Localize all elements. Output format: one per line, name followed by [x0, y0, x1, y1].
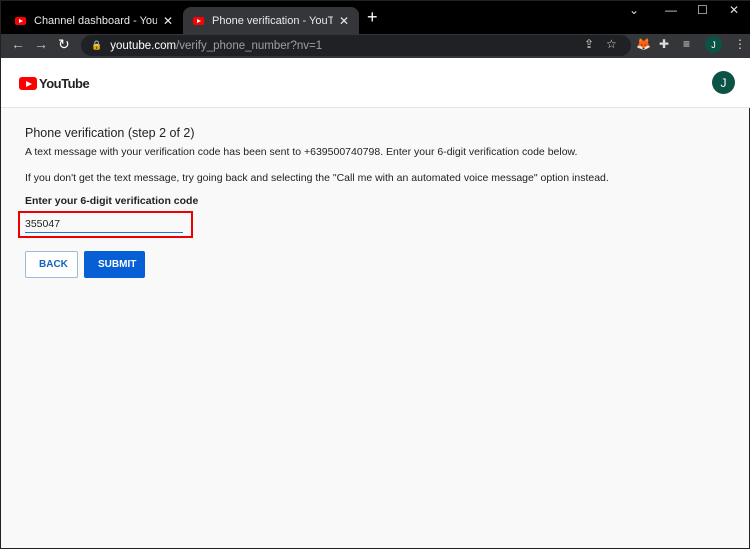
tab-channel-dashboard[interactable]: Channel dashboard - YouTube Studio ✕ [5, 7, 183, 34]
back-button[interactable]: BACK [25, 251, 78, 278]
profile-avatar[interactable]: J [705, 36, 722, 53]
address-bar[interactable]: 🔒 youtube.com/verify_phone_number?nv=1 ⇪… [81, 35, 631, 56]
back-arrow-icon[interactable]: ← [11, 36, 25, 52]
tab-search-icon[interactable]: ⌄ [629, 3, 639, 17]
share-icon[interactable]: ⇪ [584, 37, 594, 51]
verification-form: Phone verification (step 2 of 2) A text … [18, 126, 725, 296]
sent-message: A text message with your verification co… [25, 146, 578, 158]
youtube-header: YouTube J [1, 58, 750, 108]
tab-phone-verification[interactable]: Phone verification - YouTube ✕ [183, 7, 359, 34]
verification-code-input[interactable] [25, 215, 183, 233]
metamask-extension-icon[interactable]: 🦊 [636, 37, 651, 51]
account-avatar[interactable]: J [712, 71, 735, 94]
forward-arrow-icon[interactable]: → [34, 36, 48, 52]
page-title: Phone verification (step 2 of 2) [25, 126, 195, 140]
close-tab-icon[interactable]: ✕ [339, 14, 349, 28]
new-tab-icon[interactable]: + [367, 7, 378, 28]
youtube-logo[interactable]: YouTube [19, 76, 90, 91]
bookmark-star-icon[interactable]: ☆ [606, 37, 617, 51]
youtube-favicon-icon [15, 16, 26, 25]
menu-kebab-icon[interactable]: ⋮ [734, 37, 746, 51]
reload-icon[interactable]: ↻ [58, 36, 70, 53]
maximize-icon[interactable]: ☐ [697, 3, 708, 17]
close-window-icon[interactable]: ✕ [729, 3, 739, 17]
submit-button[interactable]: SUBMIT [84, 251, 145, 278]
code-label: Enter your 6-digit verification code [25, 195, 199, 207]
extensions-puzzle-icon[interactable]: ✚ [659, 37, 669, 51]
close-tab-icon[interactable]: ✕ [163, 14, 173, 28]
minimize-icon[interactable]: — [665, 3, 677, 17]
youtube-favicon-icon [193, 16, 204, 25]
youtube-play-icon [19, 77, 37, 90]
browser-toolbar: ← → ↻ 🔒 youtube.com/verify_phone_number?… [1, 34, 750, 58]
hint-text: If you don't get the text message, try g… [25, 172, 609, 184]
tab-bar: Channel dashboard - YouTube Studio ✕ Pho… [1, 1, 750, 34]
media-playlist-icon[interactable]: ≡ [683, 37, 690, 51]
lock-icon: 🔒 [91, 40, 103, 50]
